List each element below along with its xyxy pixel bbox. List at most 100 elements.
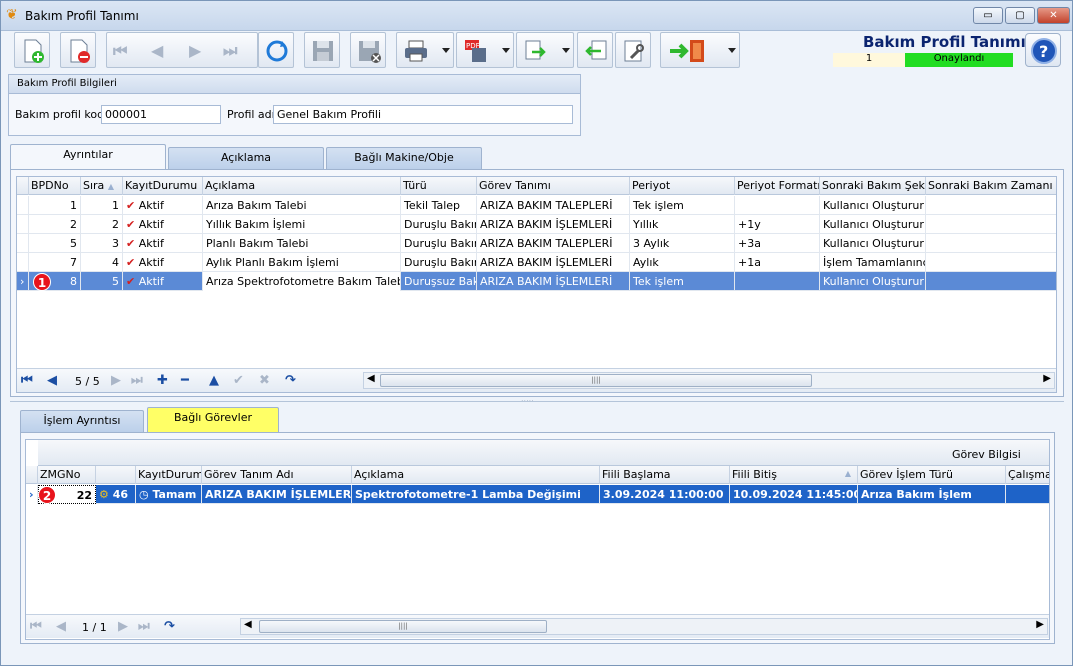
chevron-down-icon[interactable] xyxy=(442,48,450,53)
col-calisma[interactable]: Çalışma xyxy=(1006,466,1049,484)
table-row-selected[interactable]: › 8 5 ✔ Aktif Arıza Spektrofotometre Bak… xyxy=(17,272,1056,291)
col-zmgno[interactable]: ZMGNo xyxy=(38,466,96,484)
save-button[interactable] xyxy=(304,32,340,68)
cell-gorev: ARIZA BAKIM İŞLEMLERİ xyxy=(477,215,630,234)
chevron-down-icon[interactable] xyxy=(502,48,510,53)
cell-sira: 2 xyxy=(81,215,123,234)
scroll-left-icon[interactable]: ◀ xyxy=(367,373,375,384)
next-icon[interactable]: ▶ xyxy=(189,41,201,60)
scrollbar-thumb[interactable]: |||| xyxy=(380,374,812,387)
chevron-down-icon[interactable] xyxy=(562,48,570,53)
row-indicator xyxy=(17,234,29,253)
col-task-icon[interactable] xyxy=(96,466,136,484)
horizontal-scrollbar[interactable]: ◀ |||| ▶ xyxy=(240,618,1048,635)
tab-linked-machine[interactable]: Bağlı Makine/Obje xyxy=(326,147,482,169)
export-button[interactable] xyxy=(516,32,574,68)
col-periyot[interactable]: Periyot xyxy=(630,177,735,195)
last-icon[interactable]: ⏭ xyxy=(131,373,143,388)
table-row[interactable]: 1 1 ✔ Aktif Arıza Bakım Talebi Tekil Tal… xyxy=(17,196,1056,215)
col-fiili-bitis[interactable]: Fiili Bitiş ▲ xyxy=(730,466,858,484)
table-row[interactable]: 2 2 ✔ Aktif Yıllık Bakım İşlemi Duruşlu … xyxy=(17,215,1056,234)
next-icon[interactable]: ▶ xyxy=(111,373,121,388)
previous-icon[interactable]: ◀ xyxy=(56,619,66,634)
col-kayit-durumu[interactable]: KayıtDurumu xyxy=(136,466,202,484)
col-sonraki-bakim-sekli[interactable]: Sonraki Bakım Şekli xyxy=(820,177,926,195)
col-aciklama[interactable]: Açıklama xyxy=(352,466,600,484)
tab-description[interactable]: Açıklama xyxy=(168,147,324,169)
col-fiili-baslama[interactable]: Fiili Başlama xyxy=(600,466,730,484)
previous-icon[interactable]: ◀ xyxy=(151,41,163,60)
settings-button[interactable] xyxy=(615,32,651,68)
cell-aciklama-editing[interactable]: Arıza Spektrofotometre Bakım Talebi xyxy=(203,272,401,291)
cell-zaman xyxy=(926,272,1056,291)
new-record-button[interactable] xyxy=(14,32,50,68)
profile-name-input[interactable]: Genel Bakım Profili xyxy=(273,105,573,124)
col-sonraki-bakim-zamani[interactable]: Sonraki Bakım Zamanı (Gün xyxy=(926,177,1056,195)
delete-record-button[interactable] xyxy=(60,32,96,68)
maximize-button[interactable]: ▢ xyxy=(1005,7,1035,24)
cell-gorev: ARIZA BAKIM İŞLEMLERİ xyxy=(477,272,630,291)
cancel-edit-icon[interactable]: ✖ xyxy=(259,373,270,388)
scroll-right-icon[interactable]: ▶ xyxy=(1043,373,1051,384)
table-row[interactable]: 7 4 ✔ Aktif Aylık Planlı Bakım İşlemi Du… xyxy=(17,253,1056,272)
new-record-icon xyxy=(24,39,44,63)
col-gorev-tanim-adi[interactable]: Görev Tanım Adı xyxy=(202,466,352,484)
pdf-export-button[interactable]: PDF xyxy=(456,32,514,68)
svg-text:?: ? xyxy=(1039,42,1048,61)
first-icon[interactable]: ⏮ xyxy=(30,619,42,634)
cell-periyot: Tek işlem xyxy=(630,196,735,215)
first-icon[interactable]: ⏮ xyxy=(113,41,127,61)
exit-icon xyxy=(670,40,704,62)
refresh-icon[interactable]: ↷ xyxy=(285,373,296,388)
grid-navigator: ⏮ ◀ 5 / 5 ▶ ⏭ ✚ ━ ▲ ✔ ✖ ↷ ◀ |||| ▶ xyxy=(17,368,1056,392)
col-periyot-formati[interactable]: Periyot Formatı xyxy=(735,177,820,195)
refresh-icon[interactable]: ↷ xyxy=(164,619,175,634)
append-icon[interactable]: ✚ xyxy=(157,373,168,388)
cell-durum-text: Aktif xyxy=(138,237,164,250)
col-aciklama[interactable]: Açıklama xyxy=(203,177,401,195)
last-icon[interactable]: ⏭ xyxy=(138,619,150,634)
cell-sira: 5 xyxy=(81,272,123,291)
tab-linked-tasks[interactable]: Bağlı Görevler xyxy=(147,407,279,433)
remove-icon[interactable]: ━ xyxy=(181,373,189,388)
tab-process-details[interactable]: İşlem Ayrıntısı xyxy=(20,410,144,432)
table-row[interactable]: 5 3 ✔ Aktif Planlı Bakım Talebi Duruşlu … xyxy=(17,234,1056,253)
last-icon[interactable]: ⏭ xyxy=(223,41,237,61)
col-gorev-tanimi[interactable]: Görev Tanımı xyxy=(477,177,630,195)
minimize-button[interactable]: ▭ xyxy=(973,7,1003,24)
scroll-right-icon[interactable]: ▶ xyxy=(1036,619,1044,630)
check-icon: ✔ xyxy=(126,218,136,231)
print-button[interactable] xyxy=(396,32,454,68)
col-sira-label: Sıra xyxy=(83,179,105,192)
save-cancel-icon xyxy=(359,41,381,63)
save-cancel-button[interactable] xyxy=(350,32,386,68)
first-icon[interactable]: ⏮ xyxy=(21,373,33,388)
band-header: Görev Bilgisi xyxy=(38,440,1049,466)
scroll-left-icon[interactable]: ◀ xyxy=(244,619,252,630)
col-kayit-durumu[interactable]: KayıtDurumu xyxy=(123,177,203,195)
col-sira[interactable]: Sıra ▲ xyxy=(81,177,123,195)
table-row-selected[interactable]: › 22 ⚙ 46 ◷ Tamam ARIZA BAKIM İŞLEMLERİ … xyxy=(26,485,1049,504)
exit-button[interactable] xyxy=(660,32,740,68)
close-button[interactable]: ✕ xyxy=(1037,7,1070,24)
col-bpdno[interactable]: BPDNo xyxy=(29,177,81,195)
refresh-button[interactable] xyxy=(258,32,294,68)
next-icon[interactable]: ▶ xyxy=(118,619,128,634)
refresh-icon xyxy=(266,40,288,62)
cell-bpdno: 1 xyxy=(29,196,81,215)
grid-header: BPDNo Sıra ▲ KayıtDurumu Açıklama Türü G… xyxy=(17,177,1056,195)
help-button[interactable]: ? xyxy=(1025,33,1061,67)
move-up-icon[interactable]: ▲ xyxy=(209,373,219,388)
post-edit-icon[interactable]: ✔ xyxy=(233,373,244,388)
previous-icon[interactable]: ◀ xyxy=(47,373,57,388)
col-gorev-islem-turu[interactable]: Görev İşlem Türü xyxy=(858,466,1006,484)
scrollbar-thumb[interactable]: |||| xyxy=(259,620,547,633)
col-turu[interactable]: Türü xyxy=(401,177,477,195)
tab-details[interactable]: Ayrıntılar xyxy=(10,144,166,170)
import-button[interactable] xyxy=(577,32,613,68)
horizontal-scrollbar[interactable]: ◀ |||| ▶ xyxy=(363,372,1055,389)
print-icon xyxy=(405,40,427,62)
chevron-down-icon[interactable] xyxy=(728,48,736,53)
help-icon: ? xyxy=(1031,38,1057,64)
profile-code-input[interactable]: 000001 xyxy=(101,105,221,124)
